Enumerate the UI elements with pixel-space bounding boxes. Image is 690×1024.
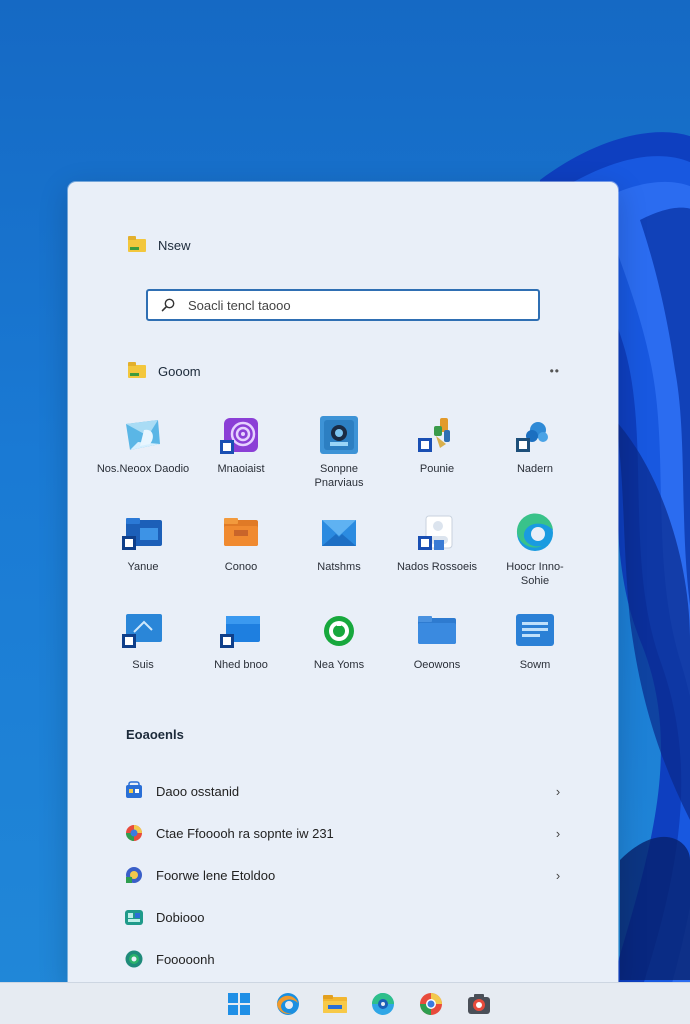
app-label: Sowm — [519, 659, 551, 671]
store-app-icon — [220, 616, 260, 648]
app-label: Nhed bnoo — [214, 659, 268, 671]
file-explorer-task-icon[interactable] — [322, 991, 348, 1017]
app-tile[interactable]: Mnaoiaist — [192, 414, 290, 512]
app-label: Nados Rossoeis — [396, 561, 478, 573]
list-item[interactable]: Foorwe lene Etoldoo › — [124, 854, 564, 896]
app-label: Pounie — [419, 463, 455, 475]
chevron-right-icon: › — [555, 867, 561, 883]
app-label: Natshms — [317, 561, 361, 573]
store-doc-icon — [126, 781, 142, 798]
app-tile[interactable]: Nhed bnoo — [192, 610, 290, 708]
app-tile[interactable]: Oeowons — [388, 610, 486, 708]
photos-icon — [126, 420, 160, 450]
list-item-label: Ctae Ffooooh ra sopnte iw 231 — [156, 825, 334, 841]
folder-orange-icon — [224, 518, 258, 546]
camera-app-icon — [320, 416, 358, 454]
folder-icon — [128, 235, 146, 252]
desktop: Nsew Gooom •• Nos.Neoox D — [0, 0, 690, 1024]
pinned-apps-grid: Nos.Neoox Daodio Mnaoiaist Sonpne Pnarvi… — [94, 414, 584, 708]
edge-task-icon[interactable] — [274, 991, 300, 1017]
pinned-section-title: Gooom — [158, 363, 201, 379]
start-header: Nsew — [128, 235, 191, 254]
app-tile[interactable]: Hoocr Inno- Sohie — [486, 512, 584, 610]
user-docs-icon — [418, 515, 453, 550]
app-tile[interactable]: Sonpne Pnarviaus — [290, 414, 388, 512]
search-input[interactable] — [186, 296, 510, 314]
app-label: Hoocr Inno- Sohie — [506, 561, 564, 587]
media-doc-icon — [126, 867, 142, 883]
list-item-label: Dobiooo — [156, 909, 205, 925]
panel-app-icon — [516, 614, 554, 646]
more-button[interactable]: •• — [550, 364, 560, 378]
folder-blue-icon — [418, 616, 456, 644]
start-header-title: Nsew — [158, 237, 191, 253]
browser-task-icon[interactable] — [370, 991, 396, 1017]
taskbar — [0, 982, 690, 1024]
app-tile[interactable]: Sowm — [486, 610, 584, 708]
app-label: Conoo — [224, 561, 258, 573]
app-tile[interactable]: Nea Yoms — [290, 610, 388, 708]
recommended-list: Daoo osstanid › Ctae Ffooooh ra sopnte i… — [124, 770, 564, 980]
chevron-right-icon: › — [555, 825, 561, 841]
app-label: Nadern — [516, 463, 554, 475]
chevron-right-icon: › — [555, 783, 561, 799]
screen-app-icon — [122, 614, 162, 648]
recommended-title: Eoaoenls — [126, 727, 184, 742]
paint-icon — [418, 418, 450, 452]
list-item-label: Fooooonh — [156, 951, 215, 967]
list-item-label: Daoo osstanid — [156, 783, 240, 799]
app-tile[interactable]: Natshms — [290, 512, 388, 610]
list-item[interactable]: Daoo osstanid › — [124, 770, 564, 812]
mail-icon — [322, 520, 356, 546]
list-item[interactable]: Dobiooo — [124, 896, 564, 938]
folder-icon — [128, 361, 146, 378]
app-label: Suis — [132, 659, 154, 671]
search-box[interactable] — [146, 289, 540, 321]
chrome-task-icon[interactable] — [418, 991, 444, 1017]
app-tile[interactable]: Nos.Neoox Daodio — [94, 414, 192, 512]
list-item-label: Foorwe lene Etoldoo — [156, 867, 276, 883]
app-tile[interactable]: Suis — [94, 610, 192, 708]
app-label: Yanue — [127, 561, 159, 573]
app-tile[interactable]: Conoo — [192, 512, 290, 610]
podcast-icon — [220, 418, 258, 454]
chrome-doc-icon — [126, 825, 142, 841]
file-explorer-icon — [122, 518, 162, 550]
music-doc-icon — [125, 910, 143, 925]
start-icon[interactable] — [226, 991, 252, 1017]
app-label: Mnaoiaist — [217, 463, 265, 475]
app-tile[interactable]: Pounie — [388, 414, 486, 512]
app-tile[interactable]: Nados Rossoeis — [388, 512, 486, 610]
app-tile[interactable]: Nadern — [486, 414, 584, 512]
green-app-icon — [324, 616, 354, 646]
app-label: Oeowons — [413, 659, 461, 671]
app-label: Nea Yoms — [313, 659, 365, 671]
camera-task-icon[interactable] — [466, 991, 492, 1017]
taskbar-icons — [226, 991, 492, 1017]
search-icon — [161, 298, 175, 312]
pinned-section-header: Gooom •• — [128, 361, 560, 380]
app-tile[interactable]: Yanue — [94, 512, 192, 610]
app-label: Sonpne Pnarviaus — [314, 463, 364, 489]
settings-app-icon — [516, 422, 548, 452]
app-label: Nos.Neoox Daodio — [96, 463, 190, 475]
world-doc-icon — [125, 950, 143, 968]
edge-icon — [516, 513, 553, 551]
list-item[interactable]: Fooooonh — [124, 938, 564, 980]
list-item[interactable]: Ctae Ffooooh ra sopnte iw 231 › — [124, 812, 564, 854]
start-menu-panel: Nsew Gooom •• Nos.Neoox D — [68, 182, 618, 982]
